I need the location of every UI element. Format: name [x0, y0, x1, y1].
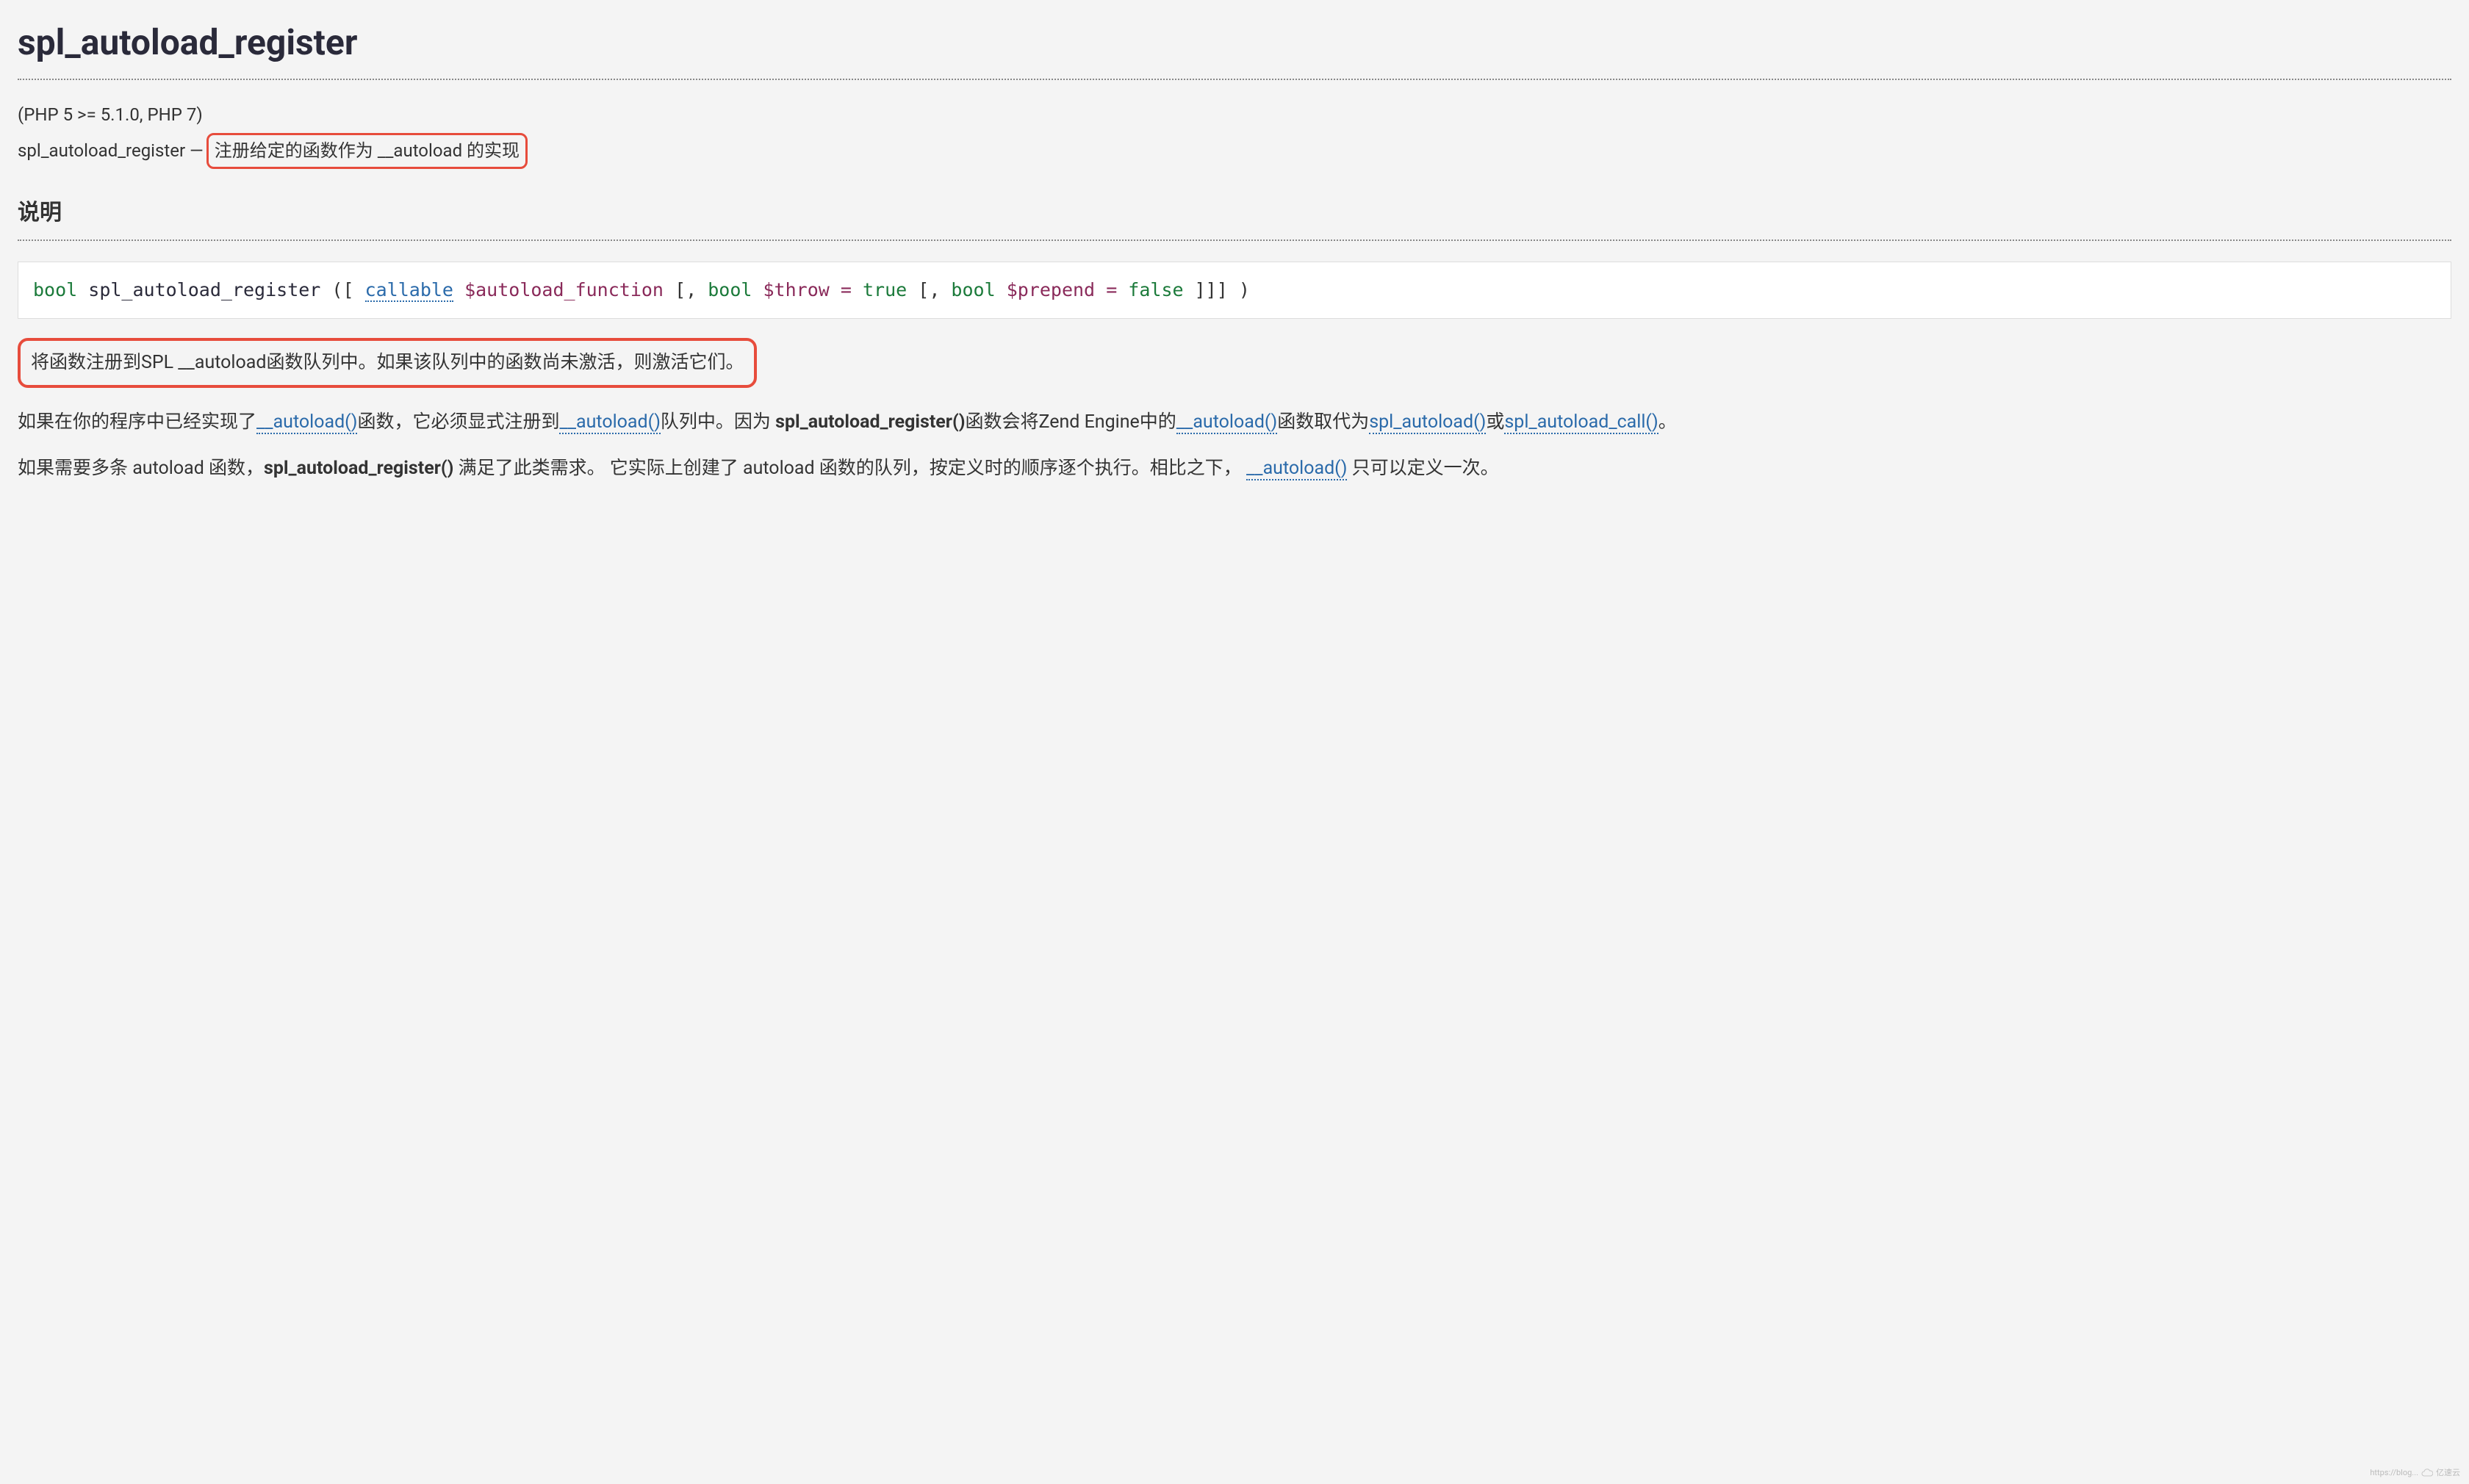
value-true: true [863, 279, 907, 300]
spl-autoload-link[interactable]: spl_autoload() [1369, 411, 1486, 434]
param-throw: $throw [763, 279, 830, 300]
type-callable-link[interactable]: callable [365, 279, 453, 302]
param-prepend: $prepend [1007, 279, 1095, 300]
text: 函数，它必须显式注册到 [357, 411, 559, 433]
version-info: (PHP 5 >= 5.1.0, PHP 7) [18, 101, 2451, 129]
summary-highlight-box: 注册给定的函数作为 __autoload 的实现 [206, 133, 528, 168]
sig-close: ]]] ) [1195, 279, 1250, 300]
type-bool: bool [708, 279, 752, 300]
param-autoload-function: $autoload_function [464, 279, 664, 300]
assign: = [1106, 279, 1128, 300]
watermark: https://blog... 亿速云 [2370, 1466, 2460, 1480]
sig-sep: [, [918, 279, 951, 300]
return-type: bool [33, 279, 77, 300]
text: 如果需要多条 autoload 函数， [18, 458, 264, 479]
function-signature: bool spl_autoload_register ([ callable $… [18, 262, 2451, 319]
type-bool: bool [951, 279, 995, 300]
text: 如果在你的程序中已经实现了 [18, 411, 256, 433]
func-bold: spl_autoload_register() [264, 458, 453, 479]
cloud-icon [2421, 1469, 2433, 1477]
summary-line: spl_autoload_register — 注册给定的函数作为 __auto… [18, 133, 2451, 168]
divider [18, 79, 2451, 80]
highlight-paragraph: 将函数注册到SPL __autoload函数队列中。如果该队列中的函数尚未激活，… [18, 338, 757, 388]
text: 函数会将Zend Engine中的 [965, 411, 1176, 433]
summary-prefix: spl_autoload_register — [18, 137, 204, 165]
value-false: false [1128, 279, 1183, 300]
text: 队列中。因为 [661, 411, 775, 433]
divider [18, 239, 2451, 241]
section-description-heading: 说明 [18, 195, 2451, 231]
description-paragraph-3: 如果需要多条 autoload 函数，spl_autoload_register… [18, 453, 2451, 483]
sig-sep: [, [675, 279, 708, 300]
text: 函数取代为 [1277, 411, 1369, 433]
autoload-link[interactable]: __autoload() [1176, 411, 1277, 434]
watermark-text: https://blog... [2370, 1466, 2418, 1480]
spl-autoload-call-link[interactable]: spl_autoload_call() [1504, 411, 1658, 434]
autoload-link[interactable]: __autoload() [1246, 458, 1347, 480]
page-title: spl_autoload_register [18, 15, 2451, 71]
sig-open: ([ [331, 279, 364, 300]
text: 只可以定义一次。 [1347, 458, 1498, 479]
autoload-link[interactable]: __autoload() [559, 411, 660, 434]
watermark-brand: 亿速云 [2436, 1466, 2460, 1480]
description-paragraph-2: 如果在你的程序中已经实现了__autoload()函数，它必须显式注册到__au… [18, 407, 2451, 437]
assign: = [841, 279, 863, 300]
function-name: spl_autoload_register [88, 279, 320, 300]
autoload-link[interactable]: __autoload() [256, 411, 357, 434]
text: 。 [1658, 411, 1677, 433]
text: 或 [1486, 411, 1504, 433]
text: 满足了此类需求。 它实际上创建了 autoload 函数的队列，按定义时的顺序逐… [453, 458, 1246, 479]
func-bold: spl_autoload_register() [775, 411, 965, 433]
